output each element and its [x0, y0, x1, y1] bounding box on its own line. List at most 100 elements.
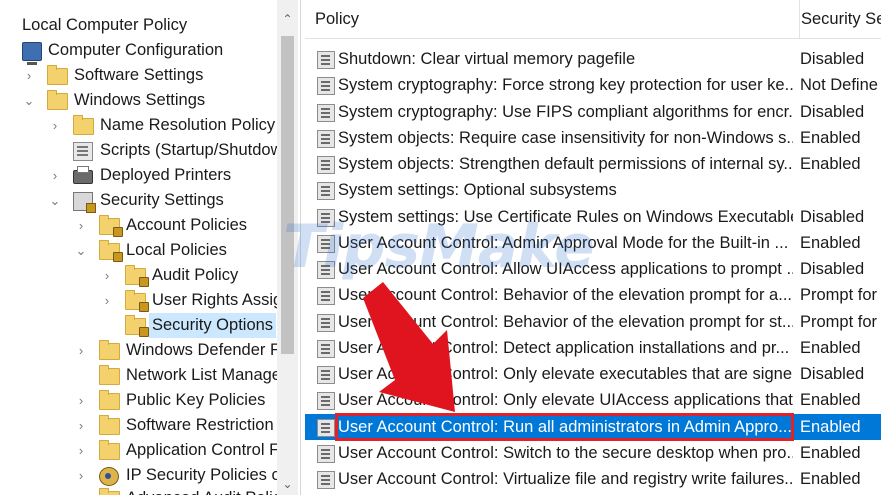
tree-item-label: Name Resolution Policy [100, 116, 276, 134]
policy-setting-icon [317, 392, 335, 410]
tree-item-label: Scripts (Startup/Shutdow [100, 141, 283, 159]
policy-setting-icon [317, 471, 335, 489]
chevron-down-icon[interactable]: ⌄ [48, 188, 62, 213]
tree-item-label: Advanced Audit Polic [126, 486, 281, 495]
locked-folder-icon [125, 265, 149, 287]
column-header-security-setting[interactable]: Security Set [799, 0, 881, 38]
policy-security-setting: Enabled [800, 234, 861, 252]
tree-item-label: Software Restriction [126, 416, 274, 434]
policy-security-setting: Enabled [800, 470, 861, 488]
folder-icon [99, 415, 120, 435]
chevron-down-icon[interactable]: ⌄ [74, 238, 88, 263]
tree-item-label: Network List Manage [126, 366, 281, 384]
scroll-down-icon[interactable]: ⌄ [277, 473, 298, 495]
policy-name: System cryptography: Use FIPS compliant … [338, 103, 793, 121]
scroll-up-icon[interactable]: ⌃ [277, 8, 298, 30]
policy-row[interactable]: System settings: Use Certificate Rules o… [305, 204, 881, 230]
chevron-right-icon[interactable]: › [48, 113, 62, 138]
policy-name: System cryptography: Force strong key pr… [338, 76, 793, 94]
chevron-right-icon[interactable]: › [74, 213, 88, 238]
folder-icon [99, 365, 120, 385]
tree-scrollbar[interactable]: ⌃ ⌄ [277, 0, 298, 495]
policy-setting-icon [317, 340, 335, 358]
policy-setting-icon [317, 287, 335, 305]
policy-row[interactable]: User Account Control: Behavior of the el… [305, 309, 881, 335]
policy-setting-icon [317, 156, 335, 174]
console-tree: Local Computer Policy Computer Configura… [0, 0, 301, 495]
chevron-down-icon[interactable]: ⌄ [22, 88, 36, 113]
policy-row[interactable]: System settings: Optional subsystems [305, 177, 881, 203]
policy-name: User Account Control: Switch to the secu… [338, 444, 793, 462]
chevron-right-icon[interactable]: › [100, 288, 114, 313]
policy-name: System settings: Use Certificate Rules o… [338, 208, 793, 226]
list-header: Policy Security Set [305, 0, 881, 39]
chevron-right-icon[interactable]: › [74, 388, 88, 413]
policy-row[interactable]: System objects: Strengthen default permi… [305, 151, 881, 177]
policy-row[interactable]: System cryptography: Force strong key pr… [305, 72, 881, 98]
policy-security-setting: Enabled [800, 155, 861, 173]
policy-name: User Account Control: Behavior of the el… [338, 313, 793, 331]
chevron-right-icon[interactable]: › [74, 463, 88, 488]
policy-row[interactable]: Shutdown: Clear virtual memory pagefile D… [305, 46, 881, 72]
scripts-icon [73, 142, 93, 161]
policy-security-setting: Disabled [800, 208, 865, 226]
scrollbar-thumb[interactable] [281, 36, 294, 354]
printer-icon [73, 166, 93, 184]
policy-setting-icon [317, 261, 335, 279]
policy-name: User Account Control: Run all administra… [335, 413, 794, 441]
policy-setting-icon [317, 209, 335, 227]
policy-row[interactable]: User Account Control: Allow UIAccess app… [305, 256, 881, 282]
tree-item-label: Audit Policy [152, 266, 239, 284]
policy-setting-icon [317, 104, 335, 122]
policy-row[interactable]: User Account Control: Behavior of the el… [305, 282, 881, 308]
policy-name: User Account Control: Virtualize file an… [338, 470, 793, 488]
column-header-policy[interactable]: Policy [315, 0, 785, 38]
policy-setting-icon [317, 419, 335, 437]
locked-folder-icon [99, 240, 123, 262]
tree-item-label: Security Options [149, 313, 277, 338]
policy-list: Policy Security Set Shutdown: Clear virt… [305, 0, 881, 495]
folder-icon [99, 488, 120, 495]
locked-folder-icon [99, 215, 123, 237]
tree-item-label: Security Settings [100, 191, 224, 209]
policy-name: System objects: Require case insensitivi… [338, 129, 793, 147]
locked-folder-icon [125, 290, 149, 312]
chevron-right-icon[interactable]: › [74, 438, 88, 463]
policy-name: System objects: Strengthen default permi… [338, 155, 793, 173]
computer-icon [22, 42, 42, 65]
folder-icon [47, 65, 68, 85]
policy-setting-icon [317, 77, 335, 95]
policy-row[interactable]: User Account Control: Virtualize file an… [305, 466, 881, 492]
tree-item-label: Local Computer Policy [22, 16, 188, 34]
policy-row[interactable]: User Account Control: Detect application… [305, 335, 881, 361]
policy-name: User Account Control: Behavior of the el… [338, 286, 792, 304]
policy-security-setting: Disabled [800, 103, 865, 121]
policy-row[interactable]: System objects: Require case insensitivi… [305, 125, 881, 151]
policy-security-setting: Prompt for [800, 313, 878, 331]
tree-item-label: User Rights Assig [152, 291, 283, 309]
tree-item-label: Computer Configuration [48, 41, 224, 59]
chevron-right-icon[interactable]: › [48, 163, 62, 188]
tree-item-label: Application Control F [126, 441, 280, 459]
chevron-right-icon[interactable]: › [74, 413, 88, 438]
policy-security-setting: Disabled [800, 365, 865, 383]
locked-folder-icon [125, 315, 149, 337]
chevron-right-icon[interactable]: › [74, 486, 88, 495]
chevron-right-icon[interactable]: › [100, 263, 114, 288]
security-settings-icon [73, 192, 96, 213]
policy-security-setting: Enabled [800, 418, 861, 436]
policy-setting-icon [317, 235, 335, 253]
folder-icon [99, 390, 120, 410]
chevron-right-icon[interactable]: › [74, 338, 88, 363]
policy-row[interactable]: User Account Control: Run all administra… [305, 413, 881, 441]
policy-row[interactable]: User Account Control: Admin Approval Mod… [305, 230, 881, 256]
policy-security-setting: Enabled [800, 129, 861, 147]
chevron-right-icon[interactable]: › [22, 63, 36, 88]
policy-row[interactable]: User Account Control: Only elevate UIAcc… [305, 387, 881, 413]
policy-setting-icon [317, 130, 335, 148]
policy-row[interactable]: System cryptography: Use FIPS compliant … [305, 99, 881, 125]
tree-item-label: Account Policies [126, 216, 248, 234]
tree-item-label: IP Security Policies or [126, 466, 287, 484]
policy-row[interactable]: User Account Control: Only elevate execu… [305, 361, 881, 387]
policy-row[interactable]: User Account Control: Switch to the secu… [305, 440, 881, 466]
